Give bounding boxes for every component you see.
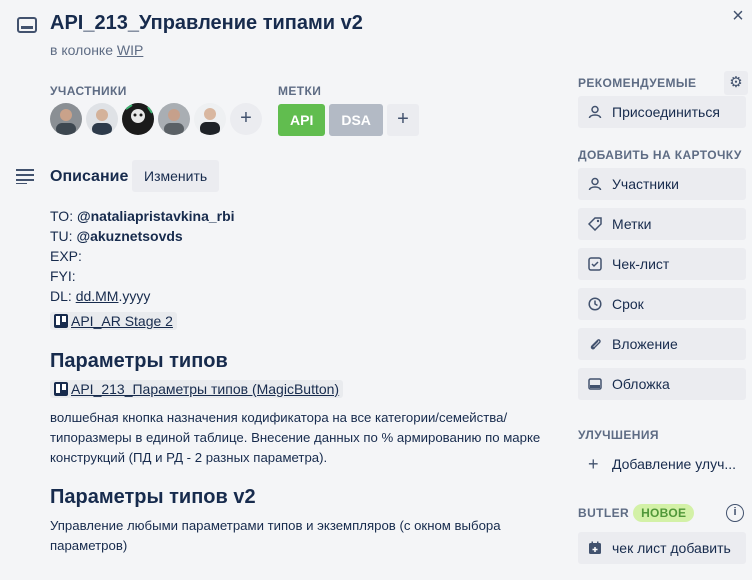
desc-fyi-line: FYI: <box>50 268 76 284</box>
cover-button-label: Обложка <box>612 376 670 392</box>
trello-icon <box>54 314 68 328</box>
members-list: + <box>50 103 262 135</box>
new-badge: НОВОЕ <box>633 504 695 522</box>
clock-icon <box>588 297 602 311</box>
members-heading: УЧАСТНИКИ <box>50 84 127 98</box>
member-avatar[interactable] <box>194 103 226 135</box>
labels-button[interactable]: Метки <box>578 208 746 240</box>
card-title[interactable]: API_213_Управление типами v2 <box>50 12 363 35</box>
link-chip-magicbutton[interactable]: API_213_Параметры типов (MagicButton) <box>50 380 344 398</box>
description-body[interactable]: TO: @nataliapristavkina_rbi TU: @akuznet… <box>50 206 235 306</box>
butler-button[interactable]: чек лист добавить <box>578 532 746 564</box>
labels-button-label: Метки <box>612 216 652 232</box>
join-button[interactable]: Присоединиться <box>578 96 746 128</box>
list-info: в колонке WIP <box>50 42 143 58</box>
list-link[interactable]: WIP <box>117 42 143 58</box>
cover-icon <box>588 378 602 390</box>
join-label: Присоединиться <box>612 104 720 120</box>
section2-text: Управление любыми параметрами типов и эк… <box>50 518 501 553</box>
members-button-label: Участники <box>612 176 679 192</box>
link-chip-label: API_213_Параметры типов (MagicButton) <box>71 381 340 397</box>
to-prefix: TO: <box>50 208 77 224</box>
member-avatar[interactable] <box>122 103 154 135</box>
edit-description-button[interactable]: Изменить <box>132 160 220 192</box>
paperclip-icon <box>590 339 601 350</box>
tu-user-mention[interactable]: @akuznetsovds <box>76 228 182 244</box>
powerups-heading: УЛУЧШЕНИЯ <box>578 428 659 442</box>
info-icon[interactable]: i <box>726 504 744 522</box>
butler-button-label: чек лист добавить <box>612 540 731 556</box>
link-chip-api-ar[interactable]: API_AR Stage 2 <box>50 312 177 330</box>
add-powerup-label: Добавление улуч... <box>612 456 737 472</box>
dl-date-link[interactable]: dd.MM <box>76 288 119 304</box>
description-icon <box>16 169 34 184</box>
section2-title: Параметры типов v2 <box>50 486 256 508</box>
attachment-button[interactable]: Вложение <box>578 328 746 360</box>
add-powerup-button[interactable]: + Добавление улуч... <box>578 448 746 480</box>
person-icon <box>588 105 602 119</box>
labels-list: API DSA + <box>278 104 419 136</box>
calendar-icon <box>589 541 601 554</box>
desc-exp-line: EXP: <box>50 248 82 264</box>
butler-header: BUTLER НОВОЕ <box>578 504 695 522</box>
list-prefix: в колонке <box>50 42 113 58</box>
member-avatar[interactable] <box>50 103 82 135</box>
dl-prefix: DL: <box>50 288 76 304</box>
gear-icon[interactable]: ⚙ <box>724 71 748 95</box>
desc-tu-line: TU: @akuznetsovds <box>50 226 235 246</box>
dl-suffix: .yyyy <box>118 288 151 304</box>
suggested-heading: РЕКОМЕНДУЕМЫЕ <box>578 76 697 90</box>
member-avatar[interactable] <box>86 103 118 135</box>
label-api[interactable]: API <box>278 104 326 136</box>
label-dsa[interactable]: DSA <box>329 104 383 136</box>
tu-prefix: TU: <box>50 228 77 244</box>
section1-title: Параметры типов <box>50 350 228 372</box>
add-member-button[interactable]: + <box>230 103 262 135</box>
trello-icon <box>54 382 68 396</box>
member-avatar[interactable] <box>158 103 190 135</box>
card-icon <box>17 17 37 33</box>
link-chip-wrap-1: API_AR Stage 2 <box>50 312 177 333</box>
desc-to-line: TO: @nataliapristavkina_rbi <box>50 206 235 226</box>
description-heading: Описание <box>50 168 129 185</box>
close-button[interactable]: × <box>726 4 750 28</box>
checklist-icon <box>588 257 602 271</box>
add-label-button[interactable]: + <box>386 104 419 136</box>
tag-icon <box>588 217 602 231</box>
link-chip-wrap-2: API_213_Параметры типов (MagicButton) <box>50 380 344 401</box>
section1-text: волшебная кнопка назначения кодификатора… <box>50 410 541 465</box>
checklist-button-label: Чек-лист <box>612 256 670 272</box>
due-date-button[interactable]: Срок <box>578 288 746 320</box>
add-to-card-heading: ДОБАВИТЬ НА КАРТОЧКУ <box>578 148 742 162</box>
members-button[interactable]: Участники <box>578 168 746 200</box>
due-date-button-label: Срок <box>612 296 644 312</box>
person-icon <box>588 177 602 191</box>
checklist-button[interactable]: Чек-лист <box>578 248 746 280</box>
desc-dl-line: DL: dd.MM.yyyy <box>50 286 235 306</box>
labels-heading: МЕТКИ <box>278 84 322 98</box>
attachment-button-label: Вложение <box>612 336 678 352</box>
link-chip-label: API_AR Stage 2 <box>71 313 173 329</box>
cover-button[interactable]: Обложка <box>578 368 746 400</box>
butler-heading: BUTLER <box>578 506 630 520</box>
to-user-mention[interactable]: @nataliapristavkina_rbi <box>77 208 235 224</box>
plus-icon: + <box>588 454 599 474</box>
